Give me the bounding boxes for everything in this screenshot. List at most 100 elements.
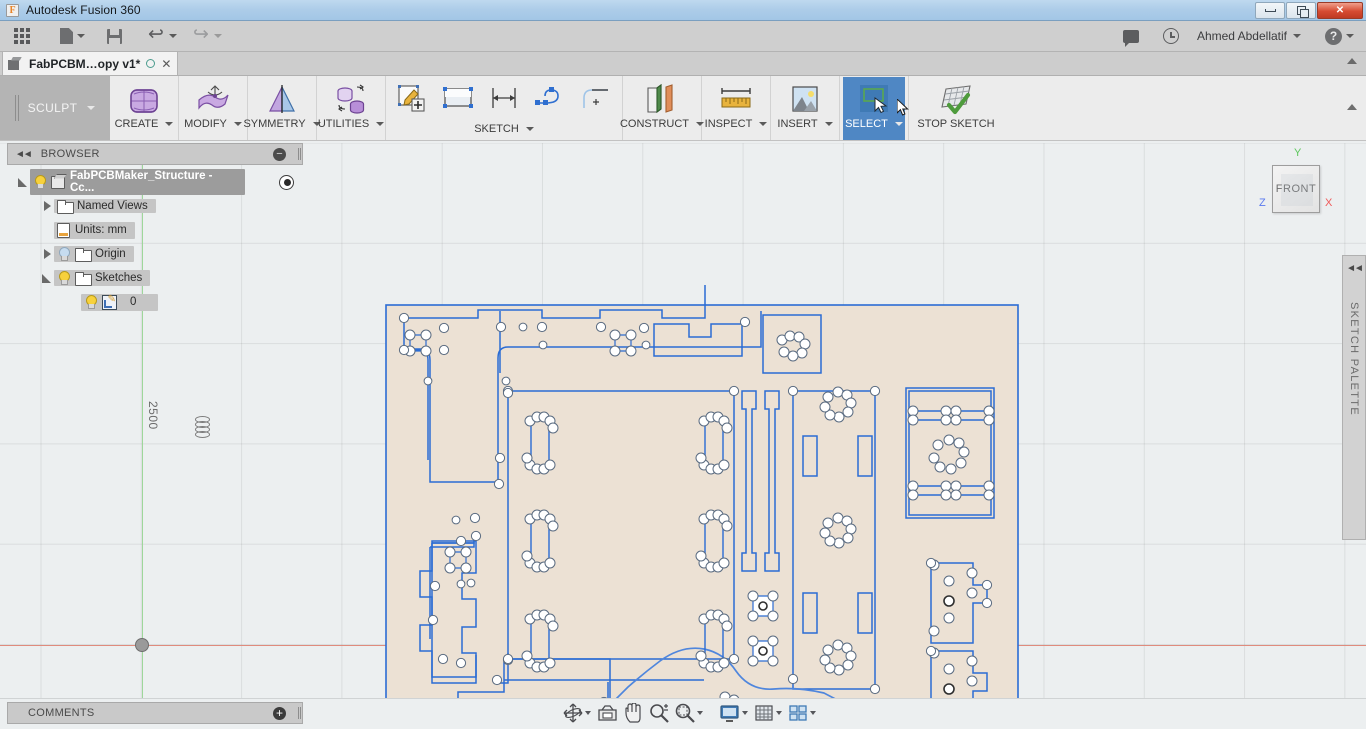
construct-button[interactable]: CONSTRUCT	[620, 77, 705, 140]
rectangle-button[interactable]	[436, 78, 480, 118]
app-grid-button[interactable]	[0, 23, 34, 49]
quick-access-toolbar: Ahmed Abdellatif ?	[0, 21, 1366, 52]
comments-resize-grip[interactable]	[298, 707, 299, 719]
zoom-window-icon	[675, 703, 695, 723]
inspect-button[interactable]: INSPECT	[704, 77, 768, 140]
create-button[interactable]: CREATE	[113, 77, 175, 140]
mouse-cursor	[897, 99, 909, 116]
spline-button[interactable]	[528, 78, 572, 118]
viewports-button[interactable]	[785, 701, 819, 725]
comment-icon	[1122, 29, 1139, 47]
dimension-button[interactable]	[482, 78, 526, 118]
zoom-window-button[interactable]	[672, 701, 706, 725]
browser-collapse-icon[interactable]: ◄◄	[15, 149, 33, 160]
history-button[interactable]	[1159, 23, 1183, 49]
view-cube-face[interactable]: FRONT	[1272, 165, 1320, 213]
create-label: CREATE	[114, 118, 159, 130]
tree-row[interactable]: Sketches	[7, 266, 303, 290]
ribbon-grip	[14, 95, 16, 121]
create-sketch-button[interactable]	[390, 78, 434, 118]
tree-item-label: Named Views	[77, 200, 148, 212]
tree-item-sketch-0[interactable]: 0	[81, 293, 159, 311]
save-button[interactable]	[103, 23, 126, 49]
tab-overflow-icon[interactable]	[1347, 58, 1357, 64]
inspect-label: INSPECT	[704, 118, 753, 130]
sketch-group-label-row[interactable]: SKETCH	[474, 120, 534, 137]
tree-row[interactable]: 0	[7, 290, 303, 314]
construct-label: CONSTRUCT	[619, 118, 690, 130]
tree-item-sketches[interactable]: Sketches	[54, 270, 151, 286]
document-cube-icon	[8, 57, 23, 71]
tree-item-named-views[interactable]: Named Views	[54, 199, 156, 214]
ribbon-group-construct: CONSTRUCT	[620, 76, 705, 140]
tree-row[interactable]: Named Views	[7, 194, 303, 218]
expand-arrow-icon[interactable]	[41, 272, 54, 285]
fusion-logo-icon: F	[6, 3, 19, 17]
stop-sketch-icon	[936, 82, 976, 116]
browser-minimize-icon[interactable]: −	[273, 147, 286, 161]
insert-button[interactable]: INSERT	[774, 77, 836, 140]
utilities-button[interactable]: UTILITIES	[318, 77, 385, 140]
workspace-selector[interactable]: SCULPT	[0, 76, 110, 140]
ribbon-collapse-icon[interactable]	[1347, 104, 1357, 110]
view-cube[interactable]: Y X Z FRONT	[1248, 143, 1344, 231]
restore-button[interactable]	[1286, 2, 1316, 19]
tree-item-component[interactable]: FabPCBMaker_Structure - Cc...	[30, 169, 245, 195]
new-file-button[interactable]	[56, 23, 89, 49]
chevron-down-icon	[894, 122, 903, 126]
help-button[interactable]: ?	[1321, 23, 1358, 49]
grid-snaps-button[interactable]	[751, 701, 785, 725]
display-settings-icon	[720, 704, 739, 722]
expand-arrow-icon[interactable]	[41, 200, 54, 213]
comments-button[interactable]	[1119, 23, 1143, 49]
redo-button[interactable]	[189, 23, 226, 49]
browser-resize-grip[interactable]	[298, 148, 299, 160]
save-icon	[107, 28, 122, 44]
expand-arrow-icon[interactable]	[17, 176, 30, 189]
user-menu-button[interactable]: Ahmed Abdellatif	[1185, 23, 1305, 49]
zoom-icon	[650, 704, 669, 723]
spring-decoration-icon	[195, 416, 210, 450]
sketch-palette-tab[interactable]: ◄◄ SKETCH PALETTE	[1342, 255, 1366, 540]
tree-row[interactable]: Origin	[7, 242, 303, 266]
visibility-bulb-icon[interactable]	[84, 295, 97, 309]
close-tab-icon[interactable]: ✕	[161, 58, 171, 70]
new-file-icon	[60, 28, 73, 44]
chevron-down-icon	[810, 711, 816, 715]
stop-sketch-button[interactable]: STOP SKETCH	[912, 77, 1000, 140]
chevron-down-icon	[585, 711, 591, 715]
sketch-palette-collapse-icon[interactable]: ◄◄	[1346, 263, 1364, 274]
units-doc-icon	[57, 222, 70, 238]
stop-sketch-label: STOP SKETCH	[917, 118, 995, 130]
file-tab[interactable]: FabPCBM…opy v1* ✕	[2, 51, 179, 75]
tree-row[interactable]: FabPCBMaker_Structure - Cc...	[7, 169, 303, 195]
minimize-button[interactable]	[1255, 2, 1285, 19]
tree-row[interactable]: Units: mm	[7, 218, 303, 438]
axis-label-x: X	[1325, 197, 1333, 209]
select-button[interactable]: SELECT	[843, 77, 905, 140]
modify-button[interactable]: MODIFY	[182, 77, 244, 140]
viewports-icon	[789, 704, 807, 721]
undo-icon	[148, 23, 165, 46]
visibility-bulb-icon[interactable]	[57, 247, 70, 261]
orbit-button[interactable]	[560, 701, 594, 725]
activate-component-icon[interactable]	[279, 174, 294, 190]
visibility-bulb-icon[interactable]	[57, 271, 70, 285]
pan-button[interactable]	[621, 701, 646, 725]
fillet-button[interactable]	[574, 78, 618, 118]
display-settings-button[interactable]	[716, 701, 751, 725]
comments-panel[interactable]: COMMENTS +	[7, 702, 303, 724]
tree-item-origin[interactable]: Origin	[54, 246, 134, 262]
tree-item-units[interactable]: Units: mm	[54, 221, 135, 239]
zoom-button[interactable]	[646, 701, 672, 725]
expand-arrow-icon[interactable]	[41, 248, 54, 261]
symmetry-button[interactable]: SYMMETRY	[243, 77, 321, 140]
visibility-bulb-icon[interactable]	[33, 175, 46, 189]
undo-button[interactable]	[144, 23, 181, 49]
close-button[interactable]: ✕	[1317, 2, 1363, 19]
look-at-button[interactable]	[594, 701, 621, 725]
add-comment-icon[interactable]: +	[273, 706, 286, 720]
chevron-down-icon	[525, 126, 534, 131]
navigation-bar	[560, 700, 816, 726]
insert-label: INSERT	[777, 118, 818, 130]
